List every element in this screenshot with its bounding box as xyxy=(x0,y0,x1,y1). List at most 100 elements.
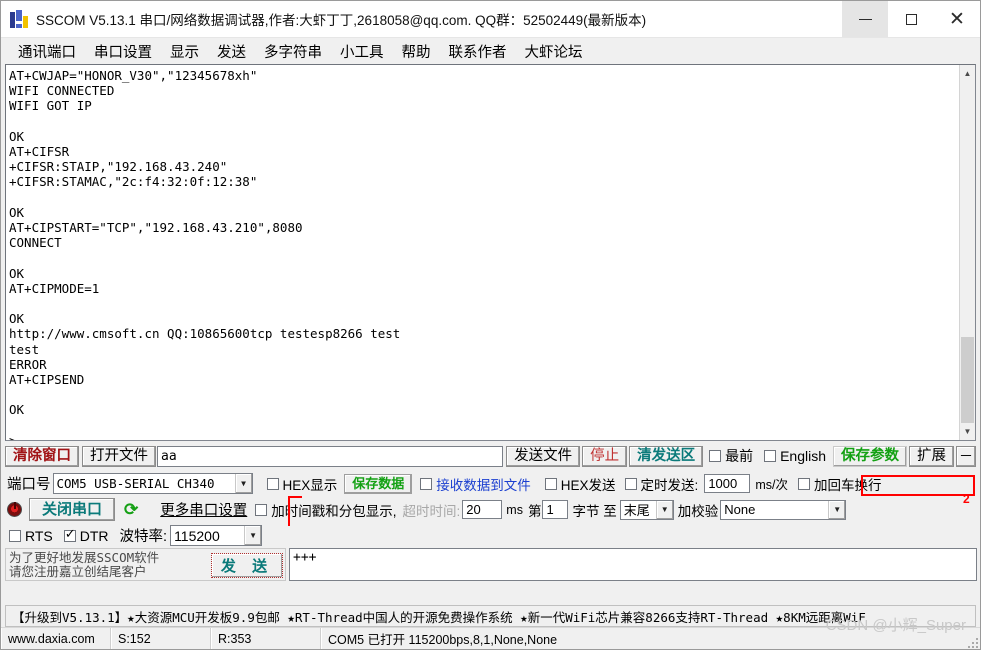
sscom-window: SSCOM V5.13.1 串口/网络数据调试器,作者:大虾丁丁,2618058… xyxy=(0,0,981,650)
settings-panel: 端口号 COM5 USB-SERIAL CH340 ▼ HEX显示 保存数据 接… xyxy=(1,470,980,603)
baud-value: 115200 xyxy=(174,527,220,544)
checkbox-box xyxy=(797,477,810,490)
byte-to-select[interactable]: 末尾 ▼ xyxy=(619,499,674,520)
byte-to-label: 字节 至 xyxy=(572,503,617,519)
collapse-button[interactable]: － xyxy=(956,445,976,467)
timeout-input[interactable]: 20 xyxy=(462,500,503,519)
scrollbar-thumb[interactable] xyxy=(961,337,974,423)
stop-button[interactable]: 停止 xyxy=(582,445,628,467)
add-crlf-checkbox[interactable]: 加回车换行 xyxy=(797,474,882,494)
timed-send-label: 定时发送: xyxy=(640,477,699,493)
scrollbar-track[interactable] xyxy=(960,82,975,423)
hex-send-checkbox[interactable]: HEX发送 xyxy=(544,474,616,494)
sscom-app-icon xyxy=(10,10,28,28)
hex-display-label: HEX显示 xyxy=(282,477,338,493)
window-title: SSCOM V5.13.1 串口/网络数据调试器,作者:大虾丁丁,2618058… xyxy=(36,13,647,28)
maximize-button[interactable] xyxy=(888,1,934,37)
title-bar: SSCOM V5.13.1 串口/网络数据调试器,作者:大虾丁丁,2618058… xyxy=(1,1,980,38)
dtr-label: DTR xyxy=(79,527,109,544)
csdn-watermark: CSDN @小辉_Super xyxy=(825,617,966,634)
chevron-down-icon[interactable]: ▼ xyxy=(244,526,262,545)
baud-row: RTS DTR 波特率: 115200 ▼ xyxy=(9,525,263,546)
chevron-down-icon[interactable]: ▼ xyxy=(655,500,673,519)
menu-send[interactable]: 发送 xyxy=(208,41,255,62)
byte-from-input[interactable]: 1 xyxy=(542,500,569,519)
chevron-down-icon[interactable]: ▼ xyxy=(234,474,252,493)
checkbox-box xyxy=(9,529,21,542)
hex-display-checkbox[interactable]: HEX显示 xyxy=(266,474,338,494)
close-port-button[interactable]: 关闭串口 xyxy=(29,498,115,521)
timed-send-checkbox[interactable]: 定时发送: xyxy=(624,474,699,494)
menu-tools[interactable]: 小工具 xyxy=(331,41,393,62)
timestamp-label: 加时间戳和分包显示, xyxy=(271,503,397,519)
checksum-select[interactable]: None ▼ xyxy=(720,499,847,520)
always-on-top-label: 最前 xyxy=(725,448,754,464)
recv-to-file-label: 接收数据到文件 xyxy=(436,477,531,493)
more-settings-link[interactable]: 更多串口设置 xyxy=(160,499,247,520)
save-data-button[interactable]: 保存数据 xyxy=(344,473,413,494)
rts-checkbox[interactable]: RTS xyxy=(9,528,53,544)
baud-label: 波特率: xyxy=(119,529,168,545)
english-label: English xyxy=(780,448,826,464)
register-panel: 为了更好地发展SSCOM软件 请您注册嘉立创结尾客户 发 送 xyxy=(5,548,286,581)
port-row: 端口号 COM5 USB-SERIAL CH340 ▼ HEX显示 保存数据 接… xyxy=(7,473,977,494)
command-input[interactable]: aa xyxy=(157,445,504,467)
scroll-down-icon[interactable]: ▼ xyxy=(960,423,975,440)
menu-comm-port[interactable]: 通讯端口 xyxy=(9,41,85,62)
extend-button[interactable]: 扩展 xyxy=(909,445,954,467)
menu-serial-settings[interactable]: 串口设置 xyxy=(85,41,161,62)
send-button-label: 发 送 xyxy=(220,558,274,575)
save-params-button[interactable]: 保存参数 xyxy=(833,445,907,467)
timed-send-unit: ms/次 xyxy=(755,478,788,492)
menu-forum[interactable]: 大虾论坛 xyxy=(516,41,592,62)
status-bar: CSDN @小辉_Super www.daxia.com S:152 R:353… xyxy=(1,617,980,649)
open-file-button[interactable]: 打开文件 xyxy=(82,445,156,467)
refresh-icon[interactable]: ⟳ xyxy=(124,501,138,518)
close-icon: ✕ xyxy=(949,8,965,30)
send-button[interactable]: 发 送 xyxy=(211,553,283,578)
port-select[interactable]: COM5 USB-SERIAL CH340 ▼ xyxy=(52,473,253,494)
timestamp-checkbox[interactable]: 加时间戳和分包显示, xyxy=(255,500,397,520)
receive-area[interactable]: AT+CWJAP="HONOR_V30","12345678xh" WIFI C… xyxy=(5,64,976,441)
hex-send-label: HEX发送 xyxy=(560,477,616,493)
maximize-icon xyxy=(905,13,917,25)
dtr-checkbox[interactable]: DTR xyxy=(63,527,109,544)
promo-text: 【升级到V5.13.1】★大资源MCU开发板9.9包邮 ★RT-Thread中国… xyxy=(12,609,866,625)
checksum-label: 加校验 xyxy=(677,503,719,519)
close-button[interactable]: ✕ xyxy=(934,1,980,37)
menu-contact-author[interactable]: 联系作者 xyxy=(440,41,516,62)
port-label: 端口号 xyxy=(7,477,51,493)
resize-grip-icon[interactable] xyxy=(966,636,978,648)
rts-label: RTS xyxy=(25,527,53,544)
action-toolbar: 清除窗口 打开文件 aa 发送文件 停止 清发送区 最前 English 保存参… xyxy=(1,441,980,468)
add-crlf-label: 加回车换行 xyxy=(813,477,882,493)
menu-help[interactable]: 帮助 xyxy=(393,41,440,62)
byte-to-value: 末尾 xyxy=(623,503,650,518)
clear-window-button[interactable]: 清除窗口 xyxy=(5,445,79,467)
checkbox-box xyxy=(63,527,76,542)
send-file-button[interactable]: 发送文件 xyxy=(506,445,581,467)
register-note-line1: 为了更好地发展SSCOM软件 xyxy=(9,550,160,565)
chevron-down-icon[interactable]: ▼ xyxy=(828,500,846,519)
minimize-button[interactable] xyxy=(842,1,888,37)
recv-to-file-checkbox[interactable]: 接收数据到文件 xyxy=(420,474,531,494)
always-on-top-checkbox[interactable]: 最前 xyxy=(709,446,753,466)
english-checkbox[interactable]: English xyxy=(764,448,826,464)
timeout-unit: ms xyxy=(506,502,523,517)
serial-control-row: 关闭串口 ⟳ 更多串口设置 加时间戳和分包显示, 超时时间: 20 ms 第 1… xyxy=(7,498,977,521)
timed-send-input[interactable]: 1000 xyxy=(704,474,751,493)
scroll-up-icon[interactable]: ▲ xyxy=(960,65,975,82)
menu-multi-string[interactable]: 多字符串 xyxy=(255,41,331,62)
send-area-input[interactable]: +++ xyxy=(289,548,977,581)
menu-display[interactable]: 显示 xyxy=(161,41,208,62)
checkbox-box xyxy=(544,477,557,490)
minimize-icon xyxy=(858,18,872,20)
baud-select[interactable]: 115200 ▼ xyxy=(170,525,263,546)
power-icon[interactable] xyxy=(7,502,22,517)
checkbox-box xyxy=(709,450,722,462)
status-site[interactable]: www.daxia.com xyxy=(1,628,111,649)
clear-send-area-button[interactable]: 清发送区 xyxy=(629,445,704,467)
checksum-value: None xyxy=(724,502,756,517)
receive-scrollbar[interactable]: ▲ ▼ xyxy=(959,65,975,440)
timeout-label: 超时时间: xyxy=(402,503,461,519)
